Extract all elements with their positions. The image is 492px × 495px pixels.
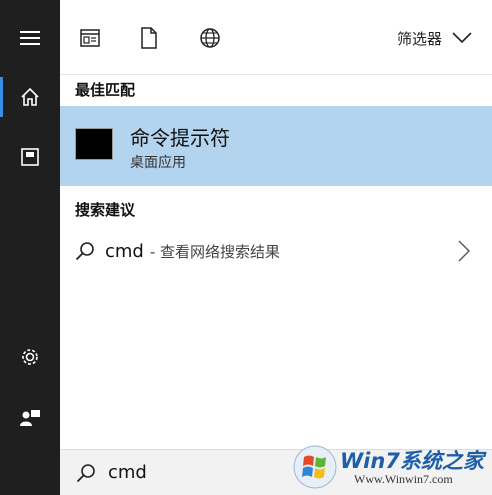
watermark-url: Www.Winwin7.com (354, 472, 453, 486)
filter-label: 筛选器 (396, 29, 442, 48)
user-feedback-button[interactable] (0, 394, 60, 442)
documents-button[interactable] (0, 133, 60, 181)
search-suggestions-heading: 搜索建议 (75, 201, 136, 219)
command-prompt-icon (75, 128, 113, 160)
site-watermark: Win7系统之家 Www.Winwin7.com (292, 441, 488, 493)
home-icon (21, 87, 39, 106)
best-match-result[interactable]: 命令提示符 桌面应用 (60, 106, 492, 186)
settings-button[interactable] (0, 333, 60, 381)
settings-gear-icon (22, 349, 38, 365)
search-results-panel: 筛选器 最佳匹配 命令提示符 桌面应用 搜索建议 cmd - 查看网络搜索结果 … (60, 0, 492, 495)
document-icon (141, 27, 157, 49)
search-icon (76, 463, 95, 482)
documents-icon (21, 148, 39, 166)
chevron-right-icon[interactable] (458, 240, 470, 262)
watermark-brand: Win7系统之家 (340, 449, 484, 473)
web-search-suggestion[interactable]: cmd - 查看网络搜索结果 (60, 228, 492, 274)
hamburger-menu-icon (20, 31, 40, 45)
apps-icon (80, 29, 100, 47)
chevron-down-icon (452, 32, 472, 44)
web-globe-icon (200, 28, 220, 48)
search-filter-bar: 筛选器 (60, 0, 492, 75)
app-type: 桌面应用 (130, 155, 186, 171)
suggestion-suffix: - 查看网络搜索结果 (149, 242, 281, 261)
filter-dropdown[interactable]: 筛选器 (397, 26, 472, 50)
best-match-heading: 最佳匹配 (75, 81, 136, 99)
apps-filter-button[interactable] (74, 22, 106, 54)
app-name: 命令提示符 (130, 126, 230, 150)
home-button[interactable] (0, 73, 60, 121)
web-filter-button[interactable] (194, 22, 226, 54)
search-icon (75, 242, 94, 261)
windows-logo-icon (293, 445, 337, 489)
suggestion-query: cmd (105, 240, 144, 262)
hamburger-menu-button[interactable] (0, 14, 60, 62)
search-input[interactable]: cmd (108, 462, 147, 483)
documents-filter-button[interactable] (133, 22, 165, 54)
user-feedback-icon (20, 410, 40, 426)
start-nav-rail (0, 0, 60, 495)
